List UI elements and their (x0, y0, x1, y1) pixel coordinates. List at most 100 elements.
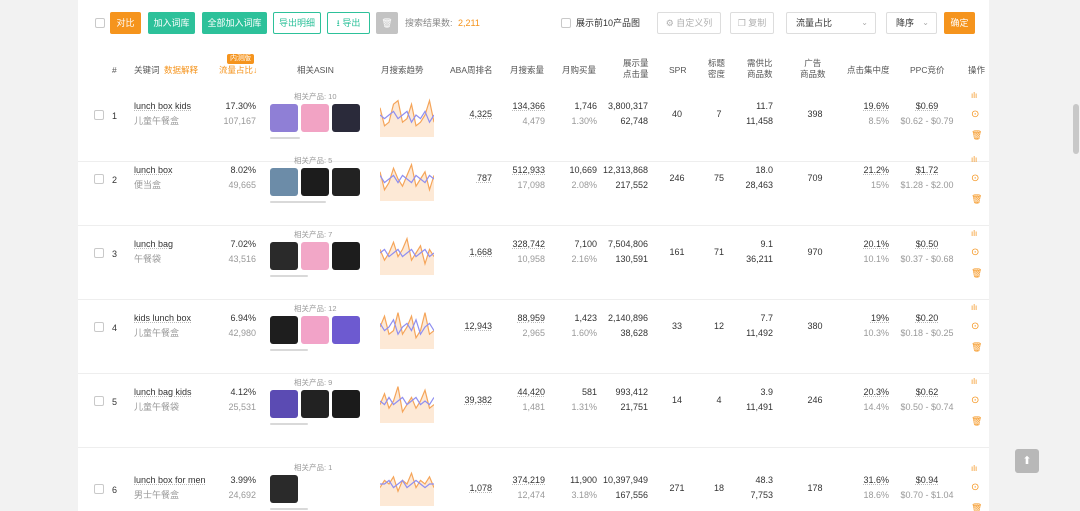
product-thumbnail[interactable] (301, 390, 329, 418)
related-products-count[interactable]: 相关产品: 7 (294, 229, 332, 240)
monthly-trend-sparkline[interactable] (380, 379, 434, 423)
monthly-trend-sparkline[interactable] (380, 462, 434, 506)
row-checkbox[interactable] (94, 174, 104, 184)
bar-chart-icon[interactable]: ılı (971, 91, 977, 101)
col-ad-products[interactable]: 广告 商品数 (800, 58, 826, 80)
aba-rank[interactable]: 39,382 (464, 394, 492, 406)
col-spr[interactable]: SPR (669, 65, 686, 76)
col-supply-demand[interactable]: 需供比 商品数 (747, 58, 773, 80)
monthly-trend-sparkline[interactable] (380, 157, 434, 201)
row-checkbox[interactable] (94, 484, 104, 494)
col-impressions[interactable]: 展示量 点击量 (623, 58, 649, 80)
click-concentration[interactable]: 20.1% (863, 238, 889, 250)
row-checkbox[interactable] (94, 322, 104, 332)
monthly-search[interactable]: 44,420 (517, 386, 545, 398)
click-concentration[interactable]: 31.6% (863, 474, 889, 486)
add-to-library-button[interactable]: 加入词库 (148, 12, 195, 34)
sort-order-select[interactable]: 降序 ⌄ (886, 12, 937, 34)
page-scrollbar[interactable] (1073, 104, 1079, 154)
trash-icon[interactable]: 🗑 (971, 342, 982, 352)
col-title-density[interactable]: 标题 密度 (708, 58, 725, 80)
monthly-trend-sparkline[interactable] (380, 231, 434, 275)
product-thumbnail[interactable] (332, 316, 360, 344)
trash-icon[interactable]: 🗑 (971, 503, 982, 511)
aba-rank[interactable]: 787 (477, 172, 492, 184)
data-explain-link[interactable]: 数据解释 (164, 65, 198, 76)
aba-rank[interactable]: 1,668 (469, 246, 492, 258)
bar-chart-icon[interactable]: ılı (971, 229, 977, 239)
ppc-bid[interactable]: $0.69 (896, 100, 958, 112)
more-circle-icon[interactable]: ⊙ (971, 248, 979, 258)
monthly-trend-sparkline[interactable] (380, 305, 434, 349)
sort-field-select[interactable]: 流量占比 ⌄ (786, 12, 876, 34)
compare-button[interactable]: 对比 (110, 12, 141, 34)
more-circle-icon[interactable]: ⊙ (971, 110, 979, 120)
click-concentration[interactable]: 20.3% (863, 386, 889, 398)
bar-chart-icon[interactable]: ılı (971, 464, 977, 474)
monthly-search[interactable]: 88,959 (517, 312, 545, 324)
product-thumbnail[interactable] (332, 242, 360, 270)
product-thumbnail[interactable] (301, 316, 329, 344)
keyword-text[interactable]: lunch box kids (134, 100, 191, 112)
keyword-text[interactable]: lunch bag kids (134, 386, 192, 398)
trash-icon[interactable]: 🗑 (971, 194, 982, 204)
show-top10-checkbox[interactable] (561, 18, 571, 28)
aba-rank[interactable]: 1,078 (469, 482, 492, 494)
more-circle-icon[interactable]: ⊙ (971, 396, 979, 406)
related-products-count[interactable]: 相关产品: 9 (294, 377, 332, 388)
custom-columns-button[interactable]: ⚙ 自定义列 (657, 12, 721, 34)
product-thumbnail[interactable] (332, 168, 360, 196)
keyword-text[interactable]: lunch box (134, 164, 173, 176)
keyword-text[interactable]: lunch box for men (134, 474, 206, 486)
show-top10-label[interactable]: 展示前10产品图 (576, 12, 640, 34)
bar-chart-icon[interactable]: ılı (971, 155, 977, 165)
related-products-count[interactable]: 相关产品: 12 (294, 303, 337, 314)
ppc-bid[interactable]: $0.62 (896, 386, 958, 398)
product-thumbnail[interactable] (270, 168, 298, 196)
ppc-bid[interactable]: $1.72 (896, 164, 958, 176)
monthly-search[interactable]: 374,219 (512, 474, 545, 486)
product-thumbnail[interactable] (301, 168, 329, 196)
ppc-bid[interactable]: $0.94 (896, 474, 958, 486)
row-checkbox[interactable] (94, 248, 104, 258)
more-circle-icon[interactable]: ⊙ (971, 322, 979, 332)
col-monthly-purchase[interactable]: 月购买量 (562, 65, 596, 76)
related-products-count[interactable]: 相关产品: 10 (294, 91, 337, 102)
export-button[interactable]: ⭳ 导出 (327, 12, 370, 34)
ppc-bid[interactable]: $0.50 (896, 238, 958, 250)
col-click-concentration[interactable]: 点击集中度 (847, 65, 890, 76)
more-circle-icon[interactable]: ⊙ (971, 483, 979, 493)
export-details-button[interactable]: 导出明细 (273, 12, 321, 34)
row-checkbox[interactable] (94, 396, 104, 406)
monthly-trend-sparkline[interactable] (380, 93, 434, 137)
delete-button[interactable]: 🗑 (376, 12, 398, 34)
product-thumbnail[interactable] (270, 475, 298, 503)
product-thumbnail[interactable] (270, 390, 298, 418)
monthly-search[interactable]: 328,742 (512, 238, 545, 250)
ppc-bid[interactable]: $0.20 (896, 312, 958, 324)
aba-rank[interactable]: 4,325 (469, 108, 492, 120)
trash-icon[interactable]: 🗑 (971, 130, 982, 140)
product-thumbnail[interactable] (270, 242, 298, 270)
select-all-checkbox[interactable] (95, 18, 105, 28)
monthly-search[interactable]: 512,933 (512, 164, 545, 176)
thumbnail-scroll-bar[interactable] (270, 137, 300, 139)
more-circle-icon[interactable]: ⊙ (971, 174, 979, 184)
col-ppc[interactable]: PPC竞价 (910, 65, 944, 76)
product-thumbnail[interactable] (270, 316, 298, 344)
related-products-count[interactable]: 相关产品: 5 (294, 155, 332, 166)
thumbnail-scroll-bar[interactable] (270, 201, 326, 203)
add-all-to-library-button[interactable]: 全部加入词库 (202, 12, 267, 34)
product-thumbnail[interactable] (332, 104, 360, 132)
back-to-top-button[interactable]: ⬆ (1015, 449, 1039, 473)
bar-chart-icon[interactable]: ılı (971, 303, 977, 313)
product-thumbnail[interactable] (332, 390, 360, 418)
trash-icon[interactable]: 🗑 (971, 416, 982, 426)
bar-chart-icon[interactable]: ılı (971, 377, 977, 387)
col-traffic-share[interactable]: 流量占比↓ (219, 65, 257, 76)
thumbnail-scroll-bar[interactable] (270, 423, 308, 425)
product-thumbnail[interactable] (301, 104, 329, 132)
thumbnail-scroll-bar[interactable] (270, 275, 308, 277)
row-checkbox[interactable] (94, 110, 104, 120)
thumbnail-scroll-bar[interactable] (270, 508, 308, 510)
